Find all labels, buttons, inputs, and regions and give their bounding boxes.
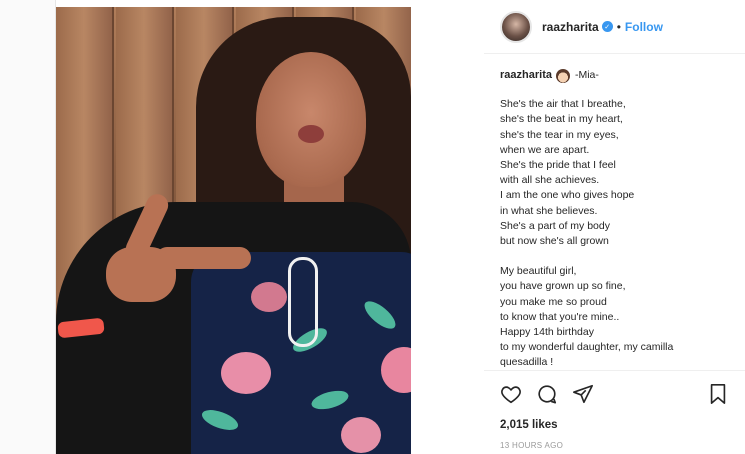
caption-line: when we are apart.: [500, 143, 590, 156]
white-bow: [288, 257, 318, 347]
share-icon[interactable]: [572, 383, 594, 405]
caption-line: in what she believes.: [500, 204, 598, 217]
caption-line: She's the pride that I feel: [500, 159, 616, 172]
separator-dot: •: [616, 19, 621, 34]
caption-line: she's the beat in my heart,: [500, 113, 623, 126]
caption-line: She's a part of my body: [500, 219, 610, 232]
caption-line: she's the tear in my eyes,: [500, 128, 619, 141]
face: [256, 52, 366, 187]
caption-title: -Mia-: [574, 69, 599, 81]
follow-button[interactable]: Follow: [625, 20, 663, 34]
post-photo[interactable]: [56, 7, 411, 454]
caption-line: to know that you're mine..: [500, 310, 620, 323]
caption-line: but now she's all grown: [500, 235, 609, 248]
caption-line: you make me so proud: [500, 295, 607, 308]
caption-line: quesadilla !: [500, 356, 554, 368]
verse-1: She's the air that I breathe, she's the …: [500, 97, 735, 249]
bookmark-icon[interactable]: [707, 383, 729, 405]
caption-line: She's the air that I breathe,: [500, 98, 626, 111]
caption-line: with all she achieves.: [500, 174, 600, 187]
comment-icon[interactable]: [536, 383, 558, 405]
post-header: raazharita ✓ • Follow: [484, 0, 745, 54]
action-bar: 2,015 likes 13 HOURS AGO: [484, 370, 745, 450]
verse-2: My beautiful girl, you have grown up so …: [500, 264, 735, 368]
header-username[interactable]: raazharita: [542, 20, 599, 34]
hand-gesture: [61, 190, 251, 312]
caption-line: I am the one who gives hope: [500, 189, 635, 202]
verified-icon: ✓: [601, 21, 613, 32]
caption-line: Happy 14th birthday: [500, 326, 594, 339]
caption-line: My beautiful girl,: [500, 265, 577, 278]
heart-icon[interactable]: [500, 383, 522, 405]
caption-line: to my wonderful daughter, my camilla: [500, 341, 674, 354]
post-timestamp[interactable]: 13 HOURS AGO: [500, 441, 729, 450]
woman-emoji-icon: [555, 68, 570, 83]
caption: raazharita -Mia- She's the air that I br…: [500, 68, 735, 368]
caption-line: you have grown up so fine,: [500, 280, 626, 293]
caption-username[interactable]: raazharita: [500, 68, 552, 83]
likes-count[interactable]: 2,015 likes: [500, 419, 729, 431]
avatar[interactable]: [500, 10, 532, 43]
post-side-panel: raazharita ✓ • Follow raazharita -Mia- S…: [484, 0, 745, 454]
